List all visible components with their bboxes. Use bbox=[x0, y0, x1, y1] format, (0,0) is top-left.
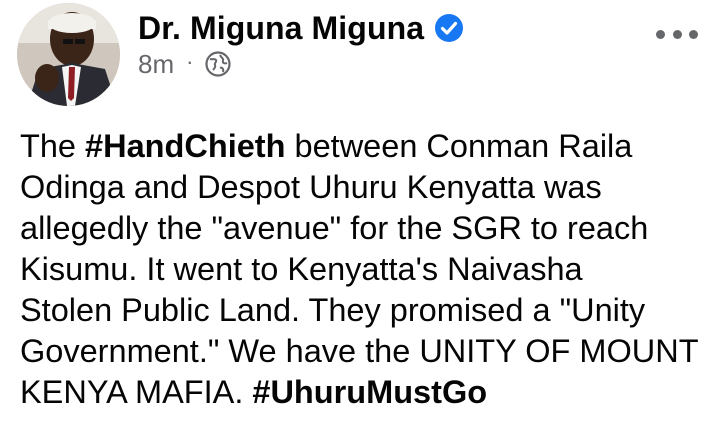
more-dot bbox=[689, 29, 698, 39]
author-line: Dr. Miguna Miguna bbox=[138, 8, 464, 48]
text-segment: KENYA MAFIA. bbox=[20, 374, 253, 410]
post-text-line: allegedly the "avenue" for the SGR to re… bbox=[20, 210, 649, 246]
post-text-line: Stolen Public Land. They promised a "Uni… bbox=[20, 292, 646, 328]
post-timestamp[interactable]: 8m bbox=[138, 49, 174, 80]
verified-badge-icon bbox=[434, 13, 464, 43]
post-text-line: Kisumu. It went to Kenyatta's Naivasha bbox=[20, 251, 583, 287]
hashtag-link[interactable]: #HandChieth bbox=[85, 128, 285, 164]
post-text-line: Government." We have the UNITY OF MOUNT bbox=[20, 333, 699, 369]
post-text: The #HandChieth between Conman Raila Odi… bbox=[20, 126, 710, 413]
post-header: Dr. Miguna Miguna 8m · bbox=[0, 0, 720, 110]
post-text-line: The #HandChieth between Conman Raila bbox=[20, 126, 710, 167]
text-segment: between Conman Raila bbox=[285, 128, 633, 164]
more-dot bbox=[672, 29, 682, 39]
post-meta: 8m · bbox=[138, 48, 232, 80]
post-text-line: Odinga and Despot Uhuru Kenyatta was bbox=[20, 169, 602, 205]
more-dot bbox=[656, 29, 665, 39]
author-name[interactable]: Dr. Miguna Miguna bbox=[138, 10, 424, 47]
more-options-icon[interactable] bbox=[656, 20, 698, 48]
text-segment: The bbox=[20, 128, 86, 164]
hashtag-link[interactable]: #UhuruMustGo bbox=[252, 374, 487, 410]
globe-icon[interactable] bbox=[205, 51, 232, 77]
avatar[interactable] bbox=[17, 3, 120, 106]
post-text-line: KENYA MAFIA. #UhuruMustGo bbox=[20, 372, 710, 413]
meta-separator: · bbox=[186, 49, 194, 74]
